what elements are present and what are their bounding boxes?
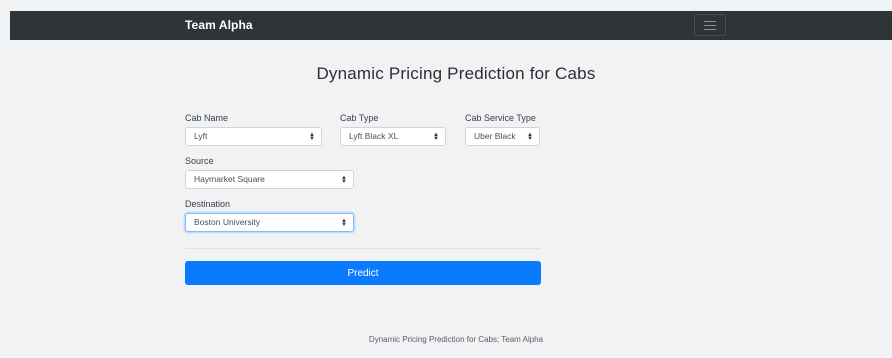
navbar-toggler-button[interactable]: [694, 14, 726, 36]
hamburger-icon: [704, 21, 716, 22]
page-title: Dynamic Pricing Prediction for Cabs: [316, 64, 596, 83]
select-caret-icon: ▲ ▼: [309, 131, 315, 142]
source-select[interactable]: Haymarket Square ▲ ▼: [185, 170, 354, 189]
select-caret-icon: ▲ ▼: [433, 131, 439, 142]
hamburger-icon-bar: [704, 29, 716, 30]
cab-name-value: Lyft: [194, 131, 208, 141]
cab-type-value: Lyft Black XL: [349, 131, 399, 141]
cab-service-type-label: Cab Service Type: [465, 113, 536, 123]
source-label: Source: [185, 156, 214, 166]
navbar: Team Alpha: [10, 11, 892, 40]
page: Team Alpha Dynamic Pricing Prediction fo…: [0, 0, 892, 358]
cab-name-select[interactable]: Lyft ▲ ▼: [185, 127, 322, 146]
destination-select[interactable]: Boston University ▲ ▼: [185, 213, 354, 232]
hamburger-icon-bar: [704, 25, 716, 26]
cab-service-type-value: Uber Black: [474, 131, 516, 141]
cab-type-label: Cab Type: [340, 113, 379, 123]
cab-service-type-select[interactable]: Uber Black ▲ ▼: [465, 127, 540, 146]
select-caret-icon: ▲ ▼: [341, 217, 347, 228]
destination-label: Destination: [185, 199, 231, 209]
form-divider: [185, 248, 540, 249]
cab-type-select[interactable]: Lyft Black XL ▲ ▼: [340, 127, 446, 146]
source-value: Haymarket Square: [194, 174, 265, 184]
select-caret-icon: ▲ ▼: [527, 131, 533, 142]
footer-text: Dynamic Pricing Prediction for Cabs; Tea…: [368, 335, 544, 344]
navbar-brand[interactable]: Team Alpha: [185, 18, 253, 32]
destination-value: Boston University: [194, 217, 261, 227]
cab-name-label: Cab Name: [185, 113, 229, 123]
predict-button[interactable]: Predict: [185, 261, 541, 285]
select-caret-icon: ▲ ▼: [341, 174, 347, 185]
